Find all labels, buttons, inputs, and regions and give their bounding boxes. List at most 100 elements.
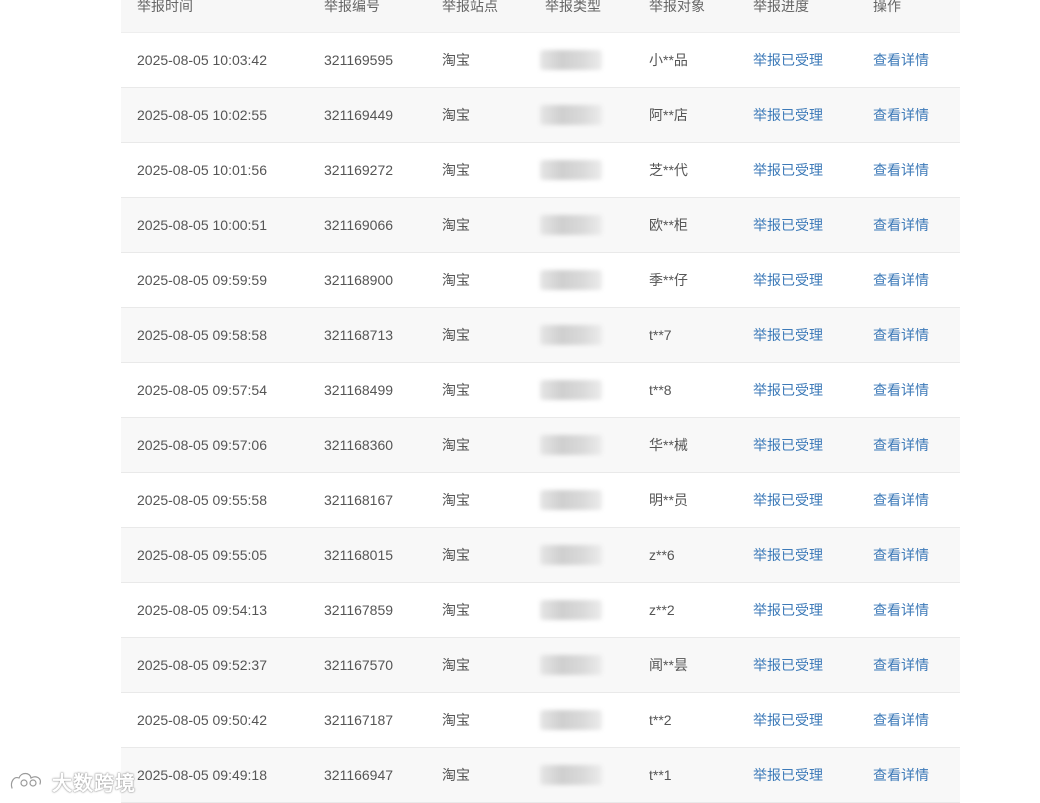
view-details-link[interactable]: 查看详情 [873,583,929,637]
redacted-report-type [540,710,602,730]
table-header: 举报时间 举报编号 举报站点 举报类型 举报对象 举报进度 操作 [121,0,960,33]
redacted-report-type [540,435,602,455]
brand-logo-icon [8,768,48,794]
report-id-cell: 321167187 [324,712,394,728]
report-target-cell: t**1 [649,767,672,783]
redacted-report-type [540,270,602,290]
report-time-cell: 2025-08-05 09:49:18 [137,767,267,783]
header-target[interactable]: 举报对象 [649,0,705,15]
report-site-cell: 淘宝 [442,217,470,233]
view-details-link[interactable]: 查看详情 [873,748,929,802]
view-details-link[interactable]: 查看详情 [873,253,929,307]
report-id-cell: 321168900 [324,272,394,288]
redacted-report-type [540,105,602,125]
table-row: 2025-08-05 10:03:42 321169595 淘宝 小**品 举报已受理 查… [121,33,960,88]
report-id-cell: 321169449 [324,107,394,123]
header-type[interactable]: 举报类型 [545,0,601,15]
view-details-link[interactable]: 查看详情 [873,418,929,472]
report-site-cell: 淘宝 [442,767,470,783]
view-details-link[interactable]: 查看详情 [873,143,929,197]
report-id-cell: 321168015 [324,547,394,563]
report-site-cell: 淘宝 [442,437,470,453]
report-id-cell: 321168360 [324,437,394,453]
report-site-cell: 淘宝 [442,657,470,673]
report-time-cell: 2025-08-05 09:52:37 [137,657,267,673]
report-status-cell: 举报已受理 [753,52,823,68]
table-row: 2025-08-05 09:59:59 321168900 淘宝 季**仔 举报已受理 查… [121,253,960,308]
header-time[interactable]: 举报时间 [137,0,193,15]
report-id-cell: 321169595 [324,52,394,68]
report-id-cell: 321167570 [324,657,394,673]
view-details-link[interactable]: 查看详情 [873,693,929,747]
report-time-cell: 2025-08-05 09:57:06 [137,437,267,453]
table-row: 2025-08-05 09:54:13 321167859 淘宝 z**2 举报已受理 查… [121,583,960,638]
report-id-cell: 321169066 [324,217,394,233]
report-target-cell: 明**员 [649,492,688,508]
view-details-link[interactable]: 查看详情 [873,198,929,252]
report-target-cell: 季**仔 [649,272,688,288]
redacted-report-type [540,545,602,565]
report-target-cell: t**8 [649,382,672,398]
report-target-cell: z**2 [649,602,675,618]
report-time-cell: 2025-08-05 09:55:58 [137,492,267,508]
report-time-cell: 2025-08-05 09:55:05 [137,547,267,563]
view-details-link[interactable]: 查看详情 [873,638,929,692]
view-details-link[interactable]: 查看详情 [873,308,929,362]
report-time-cell: 2025-08-05 10:01:56 [137,162,267,178]
table-row: 2025-08-05 09:55:58 321168167 淘宝 明**员 举报已受理 查… [121,473,960,528]
report-id-cell: 321168713 [324,327,394,343]
report-time-cell: 2025-08-05 09:50:42 [137,712,267,728]
view-details-link[interactable]: 查看详情 [873,33,929,87]
report-site-cell: 淘宝 [442,272,470,288]
table-row: 2025-08-05 09:57:54 321168499 淘宝 t**8 举报已受理 查… [121,363,960,418]
report-status-cell: 举报已受理 [753,547,823,563]
report-status-cell: 举报已受理 [753,327,823,343]
header-action: 操作 [873,0,901,14]
report-status-cell: 举报已受理 [753,437,823,453]
report-target-cell: 阿**店 [649,107,688,123]
report-table: 举报时间 举报编号 举报站点 举报类型 举报对象 举报进度 操作 2025-08… [121,0,960,803]
report-target-cell: 闻**昙 [649,657,688,673]
report-status-cell: 举报已受理 [753,382,823,398]
table-row: 2025-08-05 10:01:56 321169272 淘宝 芝**代 举报已受理 查… [121,143,960,198]
report-time-cell: 2025-08-05 10:00:51 [137,217,267,233]
redacted-report-type [540,600,602,620]
report-status-cell: 举报已受理 [753,272,823,288]
report-status-cell: 举报已受理 [753,492,823,508]
report-status-cell: 举报已受理 [753,712,823,728]
watermark-text: 大数跨境 [52,772,136,795]
header-status[interactable]: 举报进度 [753,0,809,15]
redacted-report-type [540,50,602,70]
table-row: 2025-08-05 09:55:05 321168015 淘宝 z**6 举报已受理 查… [121,528,960,583]
report-time-cell: 2025-08-05 10:02:55 [137,107,267,123]
report-time-cell: 2025-08-05 09:58:58 [137,327,267,343]
report-status-cell: 举报已受理 [753,162,823,178]
report-site-cell: 淘宝 [442,547,470,563]
report-site-cell: 淘宝 [442,382,470,398]
report-status-cell: 举报已受理 [753,107,823,123]
report-target-cell: z**6 [649,547,675,563]
report-id-cell: 321168499 [324,382,394,398]
view-details-link[interactable]: 查看详情 [873,528,929,582]
table-row: 2025-08-05 09:52:37 321167570 淘宝 闻**昙 举报已受理 查… [121,638,960,693]
header-site[interactable]: 举报站点 [442,0,498,15]
report-target-cell: 欧**柜 [649,217,688,233]
view-details-link[interactable]: 查看详情 [873,88,929,142]
report-site-cell: 淘宝 [442,52,470,68]
table-row: 2025-08-05 09:57:06 321168360 淘宝 华**械 举报已受理 查… [121,418,960,473]
redacted-report-type [540,765,602,785]
view-details-link[interactable]: 查看详情 [873,363,929,417]
report-status-cell: 举报已受理 [753,657,823,673]
redacted-report-type [540,325,602,345]
report-time-cell: 2025-08-05 09:59:59 [137,272,267,288]
report-site-cell: 淘宝 [442,492,470,508]
table-row: 2025-08-05 10:00:51 321169066 淘宝 欧**柜 举报已受理 查… [121,198,960,253]
report-site-cell: 淘宝 [442,602,470,618]
watermark: 大数跨境 [8,767,136,795]
report-id-cell: 321169272 [324,162,394,178]
view-details-link[interactable]: 查看详情 [873,473,929,527]
report-target-cell: 小**品 [649,52,688,68]
table-row: 2025-08-05 09:49:18 321166947 淘宝 t**1 举报已受理 查… [121,748,960,803]
header-id[interactable]: 举报编号 [324,0,380,15]
table-row: 2025-08-05 09:58:58 321168713 淘宝 t**7 举报已受理 查… [121,308,960,363]
